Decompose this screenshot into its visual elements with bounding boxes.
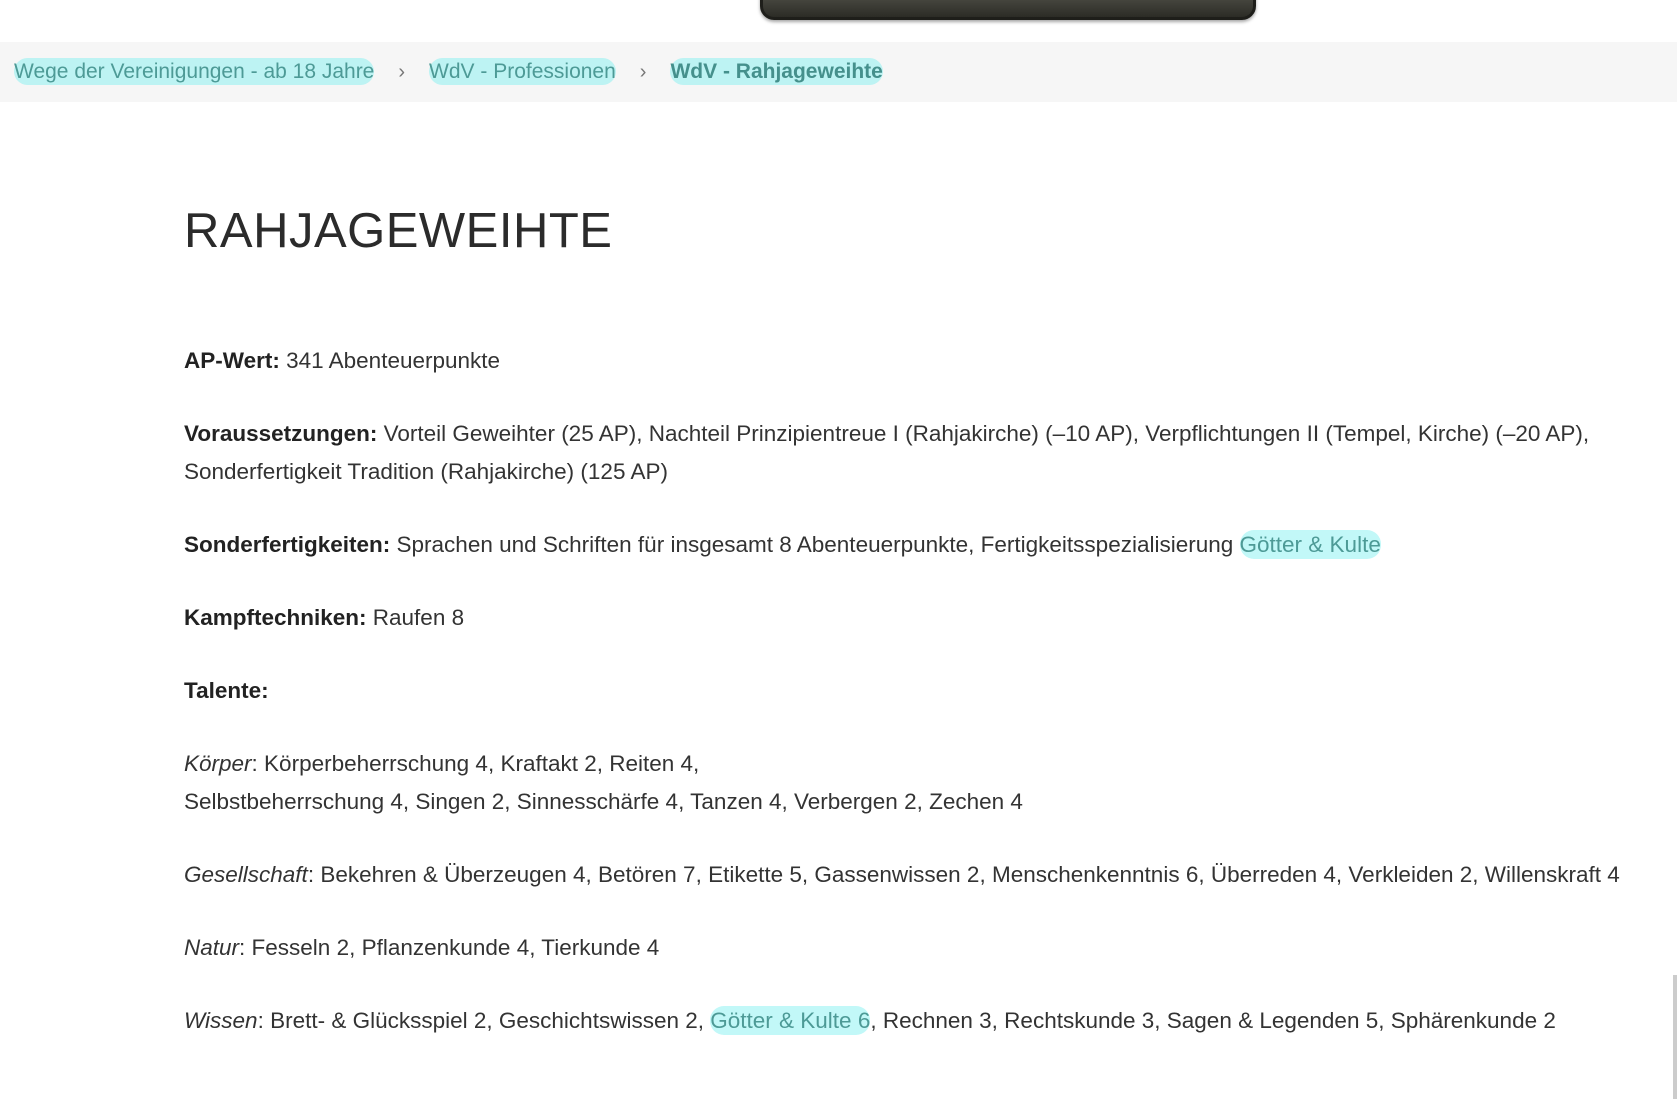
breadcrumb: Wege der Vereinigungen - ab 18 Jahre › W…: [0, 42, 1677, 102]
natur-category: Natur: [184, 935, 240, 960]
header-banner-image: [760, 0, 1256, 20]
voraussetzungen-label: Voraussetzungen:: [184, 421, 378, 446]
wissen-row: Wissen: Brett- & Glücksspiel 2, Geschich…: [184, 1002, 1664, 1040]
wissen-value-after: , Rechnen 3, Rechtskunde 3, Sagen & Lege…: [870, 1008, 1556, 1033]
article-content: RAHJAGEWEIHTE AP-Wert: 341 Abenteuerpunk…: [184, 200, 1664, 1075]
gesellschaft-row: Gesellschaft: Bekehren & Überzeugen 4, B…: [184, 856, 1664, 894]
breadcrumb-item-label: WdV - Rahjageweihte: [670, 58, 883, 85]
natur-value: : Fesseln 2, Pflanzenkunde 4, Tierkunde …: [239, 935, 660, 960]
page: Wege der Vereinigungen - ab 18 Jahre › W…: [0, 0, 1677, 1099]
ap-wert-value: 341 Abenteuerpunkte: [279, 348, 501, 373]
breadcrumb-item-label: Wege der Vereinigungen - ab 18 Jahre: [14, 58, 375, 85]
breadcrumb-separator: ›: [639, 60, 647, 83]
gesellschaft-category: Gesellschaft: [184, 862, 308, 887]
voraussetzungen-row: Voraussetzungen: Vorteil Geweihter (25 A…: [184, 415, 1664, 491]
talente-row: Talente:: [184, 672, 1664, 710]
kampftechniken-label: Kampftechniken:: [184, 605, 367, 630]
natur-row: Natur: Fesseln 2, Pflanzenkunde 4, Tierk…: [184, 929, 1664, 967]
sonderfertigkeiten-label: Sonderfertigkeiten:: [184, 532, 391, 557]
goetter-kulte-6-link[interactable]: Götter & Kulte 6: [710, 1006, 871, 1035]
wissen-category: Wissen: [184, 1008, 258, 1033]
koerper-line-1: : Körperbeherrschung 4, Kraftakt 2, Reit…: [251, 751, 700, 776]
ap-wert-row: AP-Wert: 341 Abenteuerpunkte: [184, 342, 1664, 380]
breadcrumb-item-label: WdV - Professionen: [429, 58, 616, 85]
breadcrumb-item-current: WdV - Rahjageweihte: [670, 58, 883, 85]
koerper-row: Körper: Körperbeherrschung 4, Kraftakt 2…: [184, 745, 1664, 821]
ap-wert-label: AP-Wert:: [184, 348, 280, 373]
voraussetzungen-value: Vorteil Geweihter (25 AP), Nachteil Prin…: [184, 421, 1590, 484]
koerper-category: Körper: [184, 751, 252, 776]
breadcrumb-item-wege-der-vereinigungen[interactable]: Wege der Vereinigungen - ab 18 Jahre: [14, 58, 375, 85]
sonderfertigkeiten-row: Sonderfertigkeiten: Sprachen und Schrift…: [184, 526, 1664, 564]
wissen-value-before: : Brett- & Glücksspiel 2, Geschichtswiss…: [257, 1008, 711, 1033]
goetter-kulte-link[interactable]: Götter & Kulte: [1239, 530, 1381, 559]
scrollbar[interactable]: [1673, 975, 1677, 1099]
page-title: RAHJAGEWEIHTE: [184, 204, 613, 258]
gesellschaft-value: : Bekehren & Überzeugen 4, Betören 7, Et…: [307, 862, 1620, 887]
breadcrumb-item-professionen[interactable]: WdV - Professionen: [429, 58, 616, 85]
koerper-line-2: Selbstbeherrschung 4, Singen 2, Sinnessc…: [184, 789, 1023, 814]
breadcrumb-separator: ›: [398, 60, 406, 83]
kampftechniken-value: Raufen 8: [366, 605, 465, 630]
kampftechniken-row: Kampftechniken: Raufen 8: [184, 599, 1664, 637]
sonderfertigkeiten-value: Sprachen und Schriften für insgesamt 8 A…: [390, 532, 1240, 557]
talente-label: Talente:: [184, 678, 269, 703]
